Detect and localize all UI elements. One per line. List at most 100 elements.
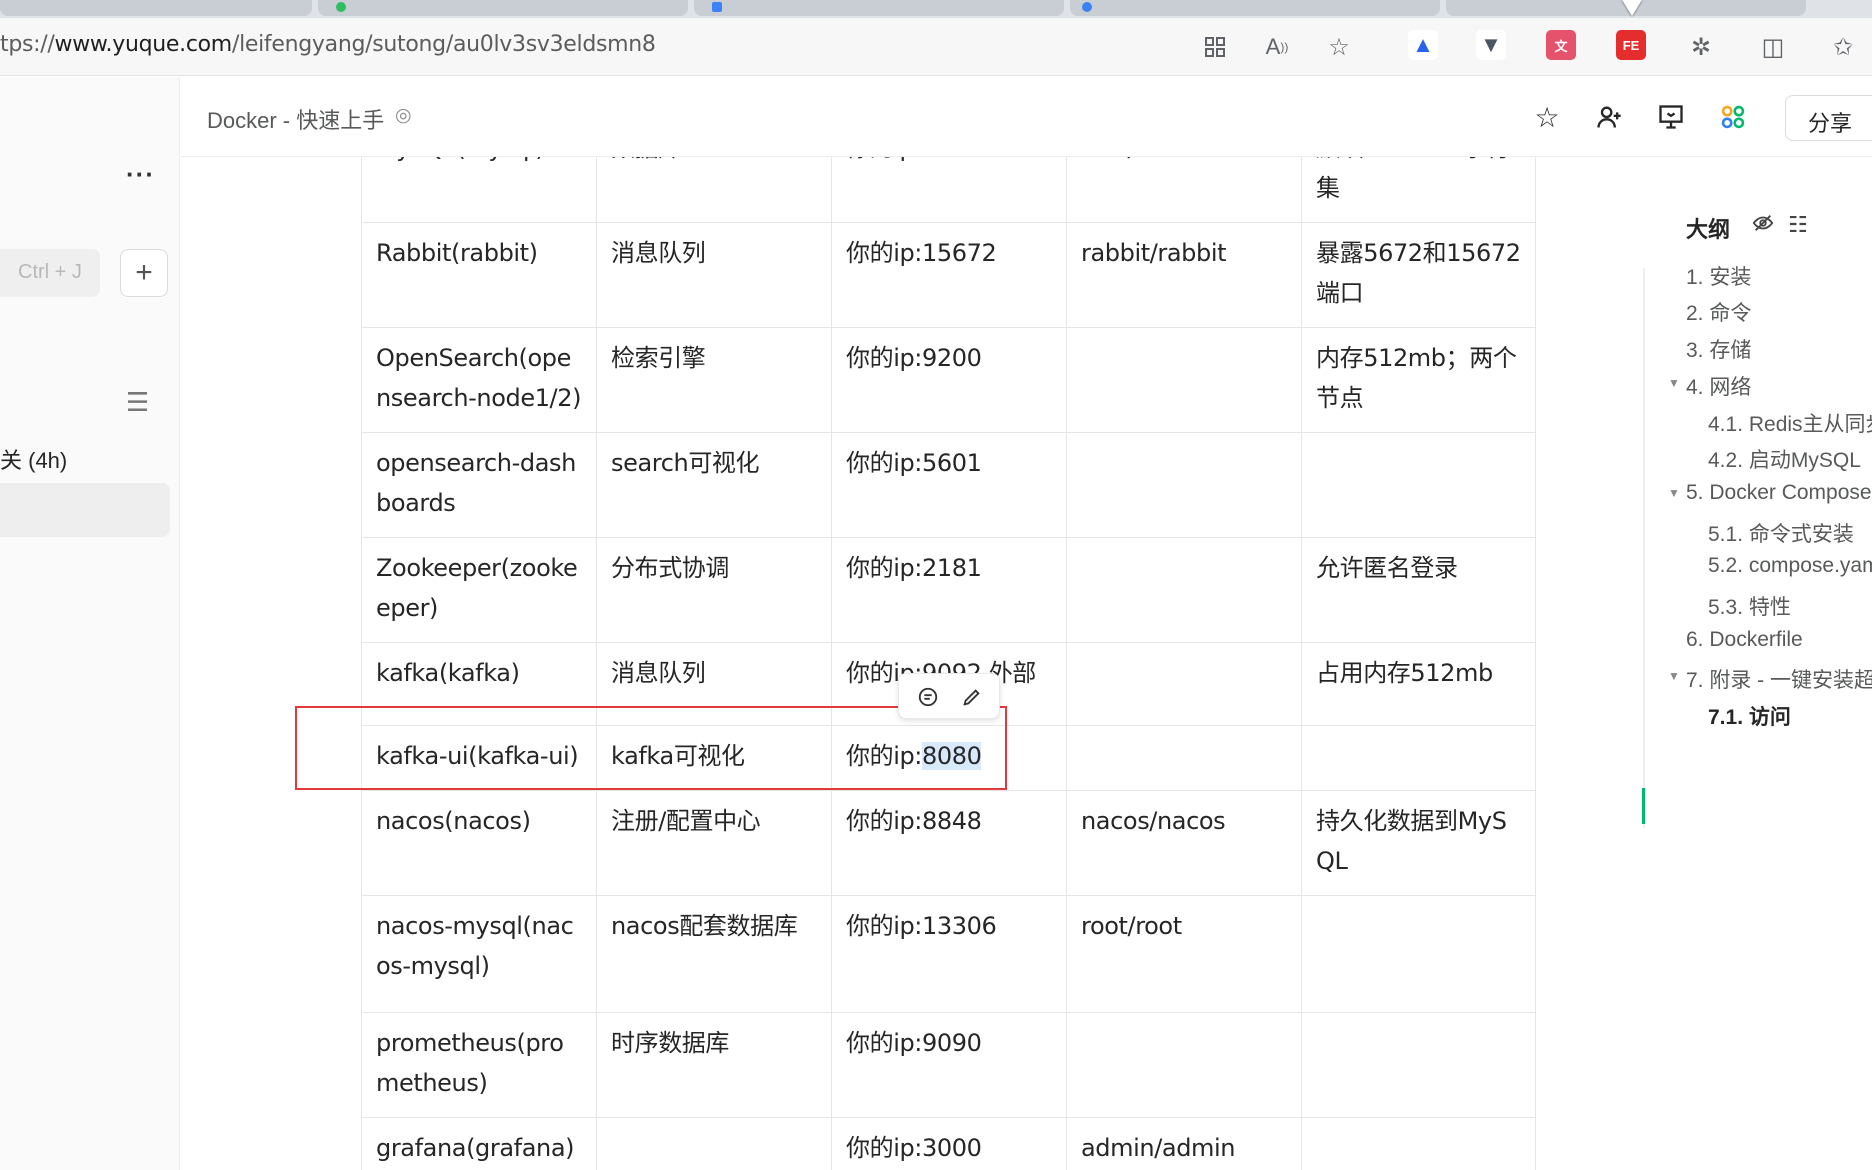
- table-cell[interactable]: [1301, 432, 1536, 538]
- table-cell[interactable]: kafka(kafka): [361, 642, 597, 726]
- table-cell[interactable]: 消息队列: [596, 642, 832, 726]
- table-cell[interactable]: root/root: [1066, 895, 1302, 1013]
- table-cell[interactable]: [1066, 327, 1302, 433]
- table-cell[interactable]: [1066, 1012, 1302, 1118]
- browser-tab[interactable]: [318, 0, 688, 16]
- outline-item[interactable]: 1. 安装: [1686, 261, 1751, 291]
- table-cell[interactable]: 你的ip:3000: [831, 1117, 1067, 1170]
- table-cell[interactable]: kafka-ui(kafka-ui): [361, 725, 597, 791]
- table-cell[interactable]: nacos(nacos): [361, 790, 597, 896]
- edit-pen-icon[interactable]: [957, 682, 987, 712]
- outline-item[interactable]: 4.2. 启动MySQL: [1708, 444, 1861, 474]
- table-cell[interactable]: 暴露5672和15672端口: [1301, 222, 1536, 328]
- table-cell[interactable]: admin/admin: [1066, 1117, 1302, 1170]
- table-cell[interactable]: OpenSearch(opensearch-node1/2): [361, 327, 597, 433]
- table-cell[interactable]: [596, 1117, 832, 1170]
- outline-item[interactable]: 7.1. 访问: [1708, 701, 1791, 731]
- table-cell[interactable]: 允许匿名登录: [1301, 537, 1536, 643]
- outline-item[interactable]: 4. 网络: [1686, 371, 1751, 401]
- table-cell[interactable]: 占用内存512mb: [1301, 642, 1536, 726]
- table-cell[interactable]: 时序数据库: [596, 1012, 832, 1118]
- collaborator-icon[interactable]: [1589, 97, 1629, 137]
- table-cell[interactable]: prometheus(prometheus): [361, 1012, 597, 1118]
- table-cell[interactable]: rabbit/rabbit: [1066, 222, 1302, 328]
- table-cell[interactable]: nacos配套数据库: [596, 895, 832, 1013]
- table-cell[interactable]: 你的ip:9200: [831, 327, 1067, 433]
- expand-caret-icon[interactable]: ▼: [1668, 669, 1680, 683]
- table-cell[interactable]: [1066, 725, 1302, 791]
- table-cell[interactable]: Zookeeper(zookeeper): [361, 537, 597, 643]
- table-cell[interactable]: [1066, 537, 1302, 643]
- sidebar-doc-item[interactable]: 关 (4h): [0, 443, 67, 475]
- table-cell[interactable]: [1301, 1117, 1536, 1170]
- table-cell[interactable]: [1301, 895, 1536, 1013]
- table-cell[interactable]: 你的ip:8848: [831, 790, 1067, 896]
- favorite-star-icon[interactable]: ☆: [1322, 30, 1356, 64]
- expand-caret-icon[interactable]: ▼: [1668, 486, 1680, 500]
- presentation-icon[interactable]: [1651, 97, 1691, 137]
- table-cell[interactable]: kafka可视化: [596, 725, 832, 791]
- table-cell[interactable]: 数据库: [596, 157, 832, 223]
- table-cell[interactable]: 你的ip:2181: [831, 537, 1067, 643]
- outline-item[interactable]: 3. 存储: [1686, 334, 1751, 364]
- extension-translate-icon[interactable]: 文: [1546, 30, 1576, 60]
- search-shortcut[interactable]: Ctrl + J: [0, 249, 100, 297]
- app-grid-icon[interactable]: [1198, 30, 1232, 64]
- selected-port[interactable]: 8080: [922, 742, 982, 770]
- browser-tab[interactable]: [694, 0, 1064, 16]
- table-cell[interactable]: opensearch-dashboards: [361, 432, 597, 538]
- browser-tab[interactable]: [0, 0, 312, 16]
- outline-item[interactable]: 5. Docker Compose: [1686, 481, 1872, 505]
- table-cell[interactable]: grafana(grafana): [361, 1117, 597, 1170]
- browser-tab[interactable]: [1070, 0, 1440, 16]
- table-cell[interactable]: 默认utf8mb4字符集: [1301, 157, 1536, 223]
- outline-item[interactable]: 6. Dockerfile: [1686, 628, 1803, 652]
- table-cell[interactable]: 你的ip:9090: [831, 1012, 1067, 1118]
- outline-item[interactable]: 4.1. Redis主从同步: [1708, 408, 1872, 438]
- table-cell[interactable]: nacos-mysql(nacos-mysql): [361, 895, 597, 1013]
- outline-item[interactable]: 5.2. compose.yaml: [1708, 554, 1872, 578]
- outline-item[interactable]: 5.3. 特性: [1708, 591, 1791, 621]
- outline-item[interactable]: 2. 命令: [1686, 297, 1751, 327]
- table-cell[interactable]: 消息队列: [596, 222, 832, 328]
- favorite-star-icon[interactable]: ☆: [1527, 97, 1567, 137]
- hide-eye-icon[interactable]: [1752, 212, 1774, 240]
- table-cell[interactable]: nacos/nacos: [1066, 790, 1302, 896]
- url-field[interactable]: tps://www.yuque.com/leifengyang/sutong/a…: [0, 32, 656, 57]
- table-cell[interactable]: search可视化: [596, 432, 832, 538]
- apps-grid-icon[interactable]: [1713, 97, 1753, 137]
- comment-icon[interactable]: [913, 682, 943, 712]
- outline-item[interactable]: 7. 附录 - 一键安装超多中间件: [1686, 664, 1872, 694]
- extensions-puzzle-icon[interactable]: ✲: [1684, 30, 1718, 64]
- table-cell[interactable]: Rabbit(rabbit): [361, 222, 597, 328]
- share-button[interactable]: 分享: [1785, 95, 1872, 141]
- table-cell[interactable]: MySQL(mysql): [361, 157, 597, 223]
- table-cell[interactable]: 持久化数据到MySQL: [1301, 790, 1536, 896]
- sidebar-active-item[interactable]: [0, 483, 170, 537]
- table-cell[interactable]: [1301, 1012, 1536, 1118]
- table-cell[interactable]: 分布式协调: [596, 537, 832, 643]
- extension-fe-icon[interactable]: FE: [1616, 30, 1646, 60]
- table-cell[interactable]: 你的ip:15672: [831, 222, 1067, 328]
- table-cell[interactable]: 你的ip:3306: [831, 157, 1067, 223]
- more-button[interactable]: ···: [126, 159, 155, 190]
- table-cell[interactable]: 内存512mb；两个节点: [1301, 327, 1536, 433]
- table-cell[interactable]: [1066, 432, 1302, 538]
- table-cell[interactable]: 注册/配置中心: [596, 790, 832, 896]
- table-cell[interactable]: 你的ip:8080: [831, 725, 1067, 791]
- table-cell[interactable]: 检索引擎: [596, 327, 832, 433]
- extension-vue-icon[interactable]: ▼: [1476, 30, 1506, 60]
- collections-icon[interactable]: ✩: [1826, 30, 1860, 64]
- outline-item[interactable]: 5.1. 命令式安装: [1708, 518, 1854, 548]
- extension-blue-icon[interactable]: ▲: [1408, 30, 1438, 60]
- table-cell[interactable]: 你的ip:13306: [831, 895, 1067, 1013]
- list-view-icon[interactable]: ☰: [126, 387, 149, 418]
- table-cell[interactable]: [1301, 725, 1536, 791]
- split-screen-icon[interactable]: ◫: [1756, 30, 1790, 64]
- read-aloud-icon[interactable]: A)): [1260, 30, 1294, 64]
- add-button[interactable]: +: [120, 249, 168, 297]
- outline-list-icon[interactable]: ☷: [1788, 212, 1808, 238]
- table-cell[interactable]: root/123456: [1066, 157, 1302, 223]
- table-cell[interactable]: 你的ip:5601: [831, 432, 1067, 538]
- table-cell[interactable]: [1066, 642, 1302, 726]
